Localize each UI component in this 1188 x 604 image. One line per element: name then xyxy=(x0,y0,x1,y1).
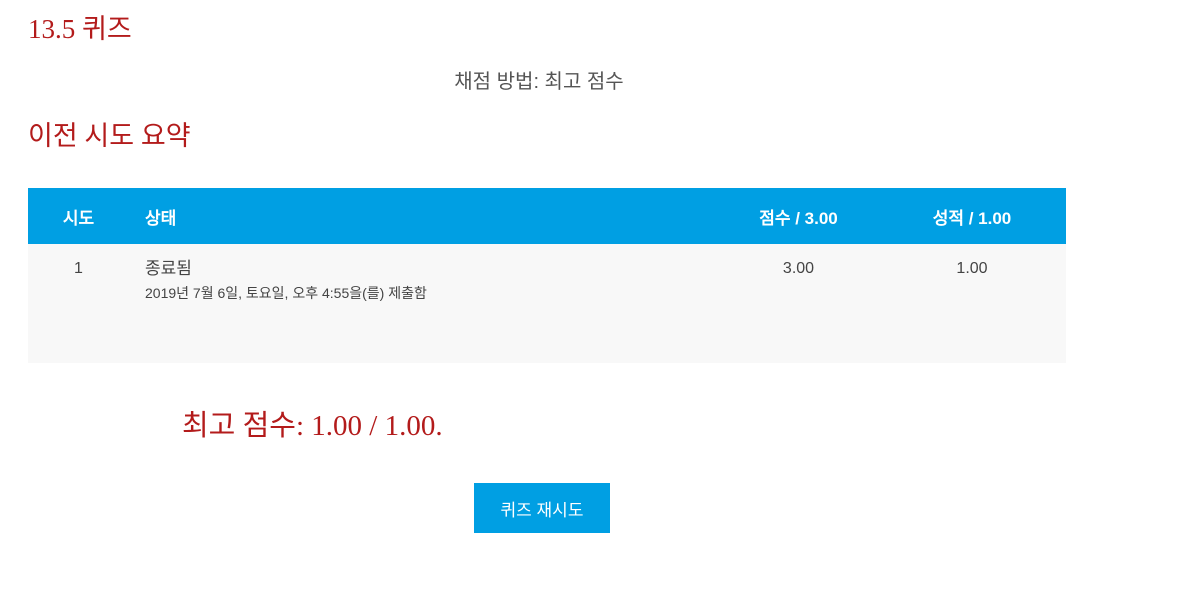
cell-state: 종료됨 2019년 7월 6일, 토요일, 오후 4:55을(를) 제출함 xyxy=(129,244,719,363)
header-marks: 점수 / 3.00 xyxy=(759,208,838,228)
reattempt-quiz-button[interactable]: 퀴즈 재시도 xyxy=(474,483,610,533)
cell-grade: 1.00 xyxy=(956,260,988,277)
state-label: 종료됨 xyxy=(145,259,192,278)
page-title: 13.5 퀴즈 xyxy=(28,14,132,44)
cell-marks: 3.00 xyxy=(782,260,815,277)
table-row: 1 종료됨 2019년 7월 6일, 토요일, 오후 4:55을(를) 제출함 … xyxy=(28,244,1066,363)
header-grade: 성적 / 1.00 xyxy=(932,208,1012,228)
grading-method-text: 채점 방법: 최고 점수 xyxy=(454,71,624,93)
highest-grade-text: 최고 점수: 1.00 / 1.00. xyxy=(182,410,443,442)
attempts-summary-table: 시도 상태 점수 / 3.00 성적 / 1.00 1 종료됨 2019년 7월… xyxy=(28,188,1066,363)
header-attempt: 시도 xyxy=(62,208,95,228)
table-header-row: 시도 상태 점수 / 3.00 성적 / 1.00 xyxy=(28,188,1066,244)
header-state: 상태 xyxy=(145,208,177,228)
attempts-summary-title: 이전 시도 요약 xyxy=(28,121,191,151)
submitted-timestamp: 2019년 7월 6일, 토요일, 오후 4:55을(를) 제출함 xyxy=(145,285,427,301)
cell-attempt-number: 1 xyxy=(74,260,83,277)
